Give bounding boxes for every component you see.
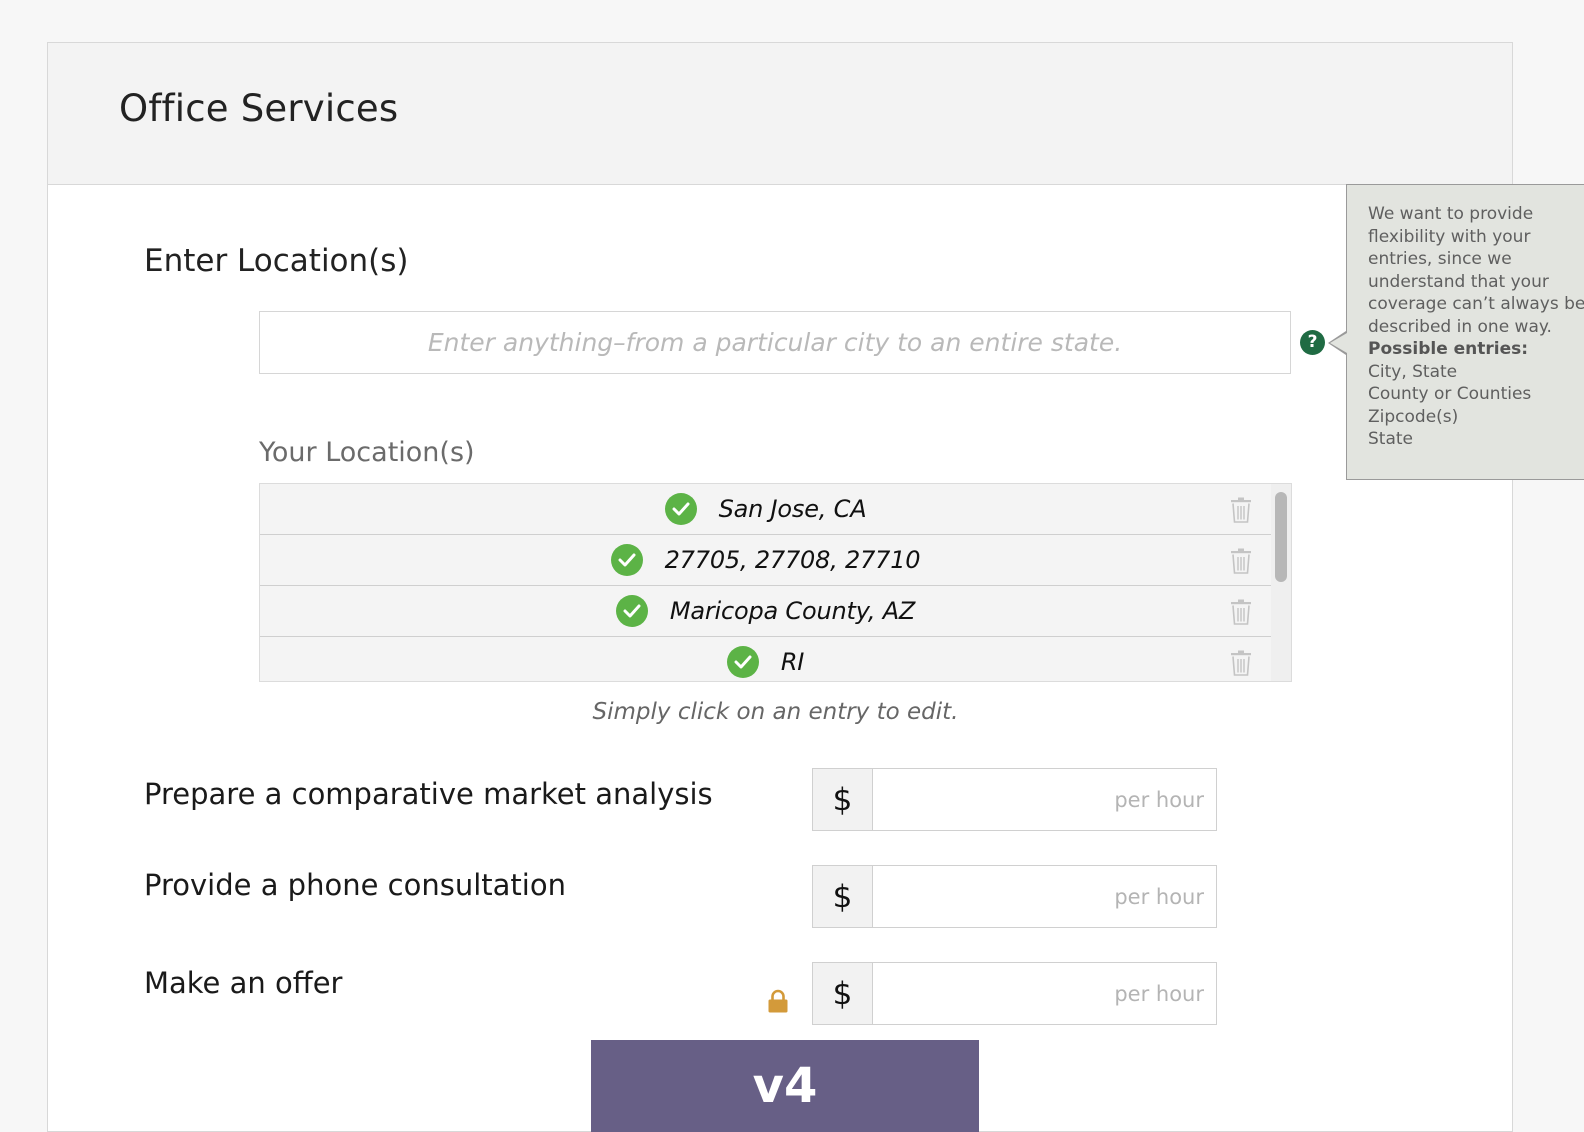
lock-icon — [767, 989, 789, 1013]
location-entry-text: Maricopa County, AZ — [669, 597, 916, 625]
currency-addon: $ — [813, 866, 873, 927]
tooltip-entry: City, State — [1368, 361, 1458, 382]
tooltip-heading: Possible entries: — [1368, 339, 1529, 359]
tooltip-line: We want to provide — [1368, 204, 1534, 224]
service-label-phone-consultation: Provide a phone consultation — [144, 868, 566, 902]
tooltip-entry: State — [1368, 429, 1413, 449]
location-list: San Jose, CA 27705, 27708, 27710 Maricop… — [259, 483, 1292, 682]
market-analysis-price-input[interactable] — [873, 769, 1216, 830]
tooltip-line: flexibility with your — [1368, 226, 1531, 247]
location-entry-text: 27705, 27708, 27710 — [664, 546, 921, 574]
trash-icon[interactable] — [1229, 650, 1253, 676]
tooltip-line: coverage can’t always be — [1368, 294, 1584, 314]
check-circle-icon — [610, 544, 643, 576]
version-badge: v4 — [591, 1040, 979, 1132]
check-circle-icon — [664, 493, 697, 525]
tooltip-line: understand that your — [1368, 271, 1549, 292]
phone-consultation-price-input[interactable] — [873, 866, 1216, 927]
location-entry[interactable]: San Jose, CA — [260, 484, 1271, 535]
scroll-thumb[interactable] — [1275, 492, 1287, 582]
trash-icon[interactable] — [1229, 497, 1253, 523]
location-help-tooltip: We want to provide flexibility with your… — [1346, 184, 1584, 480]
tooltip-line: entries, since we — [1368, 249, 1512, 269]
location-entry-text: San Jose, CA — [718, 495, 867, 523]
location-entry[interactable]: 27705, 27708, 27710 — [260, 535, 1271, 586]
edit-hint: Simply click on an entry to edit. — [592, 699, 959, 725]
card-header: Office Services — [48, 43, 1512, 185]
service-label-make-offer: Make an offer — [144, 966, 343, 1000]
location-entry[interactable]: Maricopa County, AZ — [260, 586, 1271, 637]
check-circle-icon — [726, 646, 759, 678]
trash-icon[interactable] — [1229, 599, 1253, 625]
tooltip-entry: County or Counties — [1368, 384, 1532, 404]
price-group-market-analysis: $ — [812, 768, 1217, 831]
tooltip-line: described in one way. — [1368, 316, 1552, 337]
enter-location-title: Enter Location(s) — [144, 243, 409, 279]
tooltip-entry: Zipcode(s) — [1368, 406, 1459, 427]
tooltip-arrow-fill — [1330, 333, 1347, 353]
office-services-card: Office Services Enter Location(s) ? Your… — [47, 42, 1513, 1132]
location-input[interactable] — [259, 311, 1291, 374]
location-entry[interactable]: RI — [260, 637, 1271, 681]
service-label-market-analysis: Prepare a comparative market analysis — [144, 777, 713, 811]
currency-addon: $ — [813, 769, 873, 830]
make-offer-price-input[interactable] — [873, 963, 1216, 1024]
question-circle-icon[interactable]: ? — [1300, 330, 1325, 355]
location-list-scrollbar[interactable] — [1271, 484, 1291, 681]
your-locations-label: Your Location(s) — [259, 437, 475, 468]
check-circle-icon — [615, 595, 648, 627]
page-title: Office Services — [119, 87, 399, 130]
currency-addon: $ — [813, 963, 873, 1024]
location-entry-text: RI — [780, 648, 805, 676]
price-group-phone-consultation: $ — [812, 865, 1217, 928]
trash-icon[interactable] — [1229, 548, 1253, 574]
price-group-make-offer: $ — [812, 962, 1217, 1025]
